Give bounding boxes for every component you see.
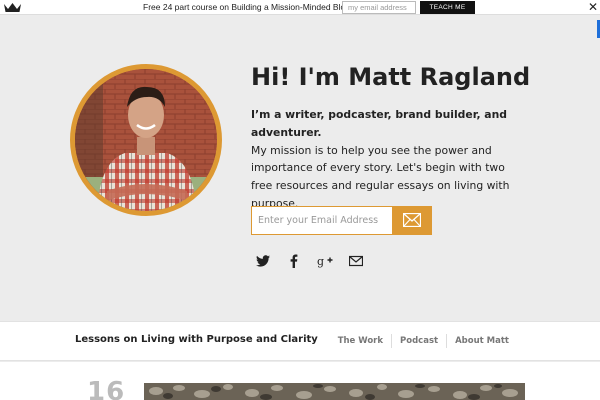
promo-text: Free 24 part course on Building a Missio… [143,2,350,12]
page-title: Hi! I'm Matt Ragland [251,63,531,91]
google-plus-icon[interactable]: g [317,254,333,268]
site-nav-bar: Lessons on Living with Purpose and Clari… [0,321,600,361]
svg-text:g: g [317,255,324,268]
email-signup-form: Enter your Email Address [251,206,432,235]
email-field[interactable]: Enter your Email Address [258,207,378,234]
nav-item-podcast[interactable]: Podcast [391,334,446,348]
envelope-icon [403,213,421,227]
twitter-icon[interactable] [256,254,270,268]
teach-me-button[interactable]: TEACH ME [420,1,475,14]
nav-item-about-matt[interactable]: About Matt [446,334,517,348]
email-submit-button[interactable] [392,206,432,235]
post-date-day: 16 [87,377,126,400]
post-featured-image[interactable] [144,383,525,400]
intro-lead: I’m a writer, podcaster, brand builder, … [251,108,508,139]
promo-bar: Free 24 part course on Building a Missio… [0,0,600,15]
post-list: 16 [0,362,600,400]
profile-photo [70,64,222,216]
facebook-icon[interactable] [287,254,301,268]
email-icon[interactable] [349,254,363,268]
site-tagline[interactable]: Lessons on Living with Purpose and Clari… [75,334,318,345]
nav-item-the-work[interactable]: The Work [330,334,391,348]
close-icon[interactable]: ✕ [588,0,598,14]
intro-text: I’m a writer, podcaster, brand builder, … [251,106,526,213]
main-nav: The Work Podcast About Matt [330,334,517,348]
promo-email-input[interactable]: my email address [342,1,416,14]
intro-body: My mission is to help you see the power … [251,143,510,210]
crown-logo-icon[interactable] [4,3,21,12]
